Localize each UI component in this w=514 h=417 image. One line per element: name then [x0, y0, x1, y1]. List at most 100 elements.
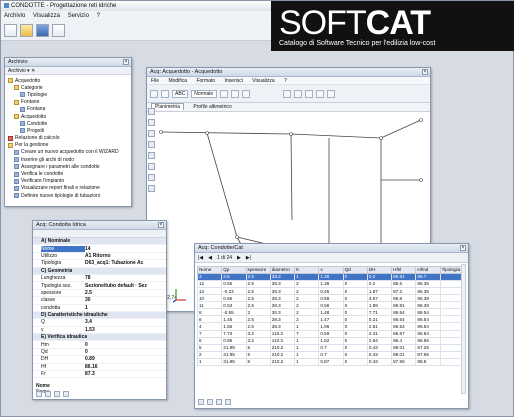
- zoom-window-icon[interactable]: [305, 89, 314, 98]
- table-cell[interactable]: 0: [342, 350, 368, 359]
- table-row[interactable]: 4 1.56 2.5 38.3 1 1.96 0 2.81 86.54 86.54: [196, 322, 466, 331]
- table-cell[interactable]: 1.38: [318, 272, 344, 281]
- tree-item[interactable]: Verificare l'impianto: [8, 178, 128, 185]
- table-cell[interactable]: 2: [294, 301, 320, 310]
- tree-item[interactable]: Inserire gli archi di nodo: [8, 156, 128, 163]
- table-cell[interactable]: 1: [294, 322, 320, 331]
- table-cell[interactable]: 1.87: [366, 286, 393, 296]
- table-cell[interactable]: 2.81: [366, 322, 393, 331]
- property-row[interactable]: Tipologia sez. Sezione/tubo default · Sez: [33, 282, 166, 290]
- table-cell[interactable]: 0.7: [318, 343, 344, 352]
- table-cell[interactable]: 2.5: [245, 286, 271, 296]
- table-cell[interactable]: 1.48: [318, 308, 344, 317]
- edit-icon[interactable]: [63, 391, 69, 397]
- table-cell[interactable]: 0.43: [366, 357, 393, 367]
- list-icon[interactable]: [54, 391, 60, 397]
- table-cell[interactable]: 0.55: [221, 294, 247, 303]
- table-row[interactable]: 6 0.85 3.2 110.3 1 1.62 0 2.64 86.4 86.86: [196, 336, 466, 345]
- table-cell[interactable]: 1.36: [318, 279, 344, 288]
- table-row[interactable]: 8 -0.55 2 30.3 2 1.48 0 7.71 86.54 86.54: [196, 308, 466, 317]
- property-value[interactable]: 1: [85, 305, 166, 311]
- apply-icon[interactable]: [36, 391, 42, 397]
- table-cell[interactable]: 1: [294, 350, 320, 359]
- table-cell[interactable]: 7.71: [366, 308, 393, 317]
- table-cell[interactable]: 0.45: [318, 286, 344, 296]
- table-cell[interactable]: 1.56: [221, 322, 247, 331]
- table-cell[interactable]: 86.7: [415, 272, 441, 281]
- tree-item[interactable]: Acquedotto: [8, 113, 128, 120]
- layer-combo[interactable]: Normale: [191, 89, 218, 98]
- close-icon[interactable]: ×: [158, 222, 164, 228]
- eraser-tool-icon[interactable]: [148, 185, 155, 192]
- property-value[interactable]: 30: [85, 297, 166, 303]
- pencil-tool-icon[interactable]: [148, 174, 155, 181]
- redo-icon[interactable]: [231, 89, 240, 98]
- property-value[interactable]: A1 Ritorno: [85, 253, 166, 259]
- table-scrollbar[interactable]: [461, 264, 466, 394]
- table-cell[interactable]: 87.56: [391, 357, 417, 367]
- property-value[interactable]: 0.89: [85, 356, 166, 362]
- table-cell[interactable]: 0.85: [221, 336, 247, 345]
- table-cell[interactable]: 85.6: [391, 279, 417, 288]
- search-icon[interactable]: [45, 391, 51, 397]
- tree-item[interactable]: Fontana: [8, 106, 128, 113]
- table-cell[interactable]: 86.86: [415, 336, 441, 345]
- table-cell[interactable]: 86.81: [391, 272, 417, 281]
- select-icon[interactable]: [150, 89, 158, 98]
- table-row[interactable]: 12 0.55 2.5 38.3 2 1.36 0 0.2 85.6 86.35: [196, 279, 466, 288]
- node-tool-icon[interactable]: [148, 119, 155, 126]
- table-cell[interactable]: 5: [245, 343, 271, 352]
- tree-item[interactable]: Creare un nuovo acquedotto con il WIZARD: [8, 149, 128, 156]
- table-cell[interactable]: 2.5: [245, 272, 271, 281]
- open-folder-icon[interactable]: [20, 24, 33, 37]
- tree-item[interactable]: Assegnare i parametri alle condotte: [8, 163, 128, 170]
- table-cell[interactable]: 31.95: [221, 357, 247, 367]
- table-cell[interactable]: 1: [294, 357, 320, 367]
- property-value[interactable]: 1.53: [85, 327, 166, 333]
- table-cell[interactable]: 2.5: [245, 279, 271, 288]
- search-icon[interactable]: [207, 399, 213, 405]
- table-cell[interactable]: 86.54: [391, 315, 417, 324]
- table-cell[interactable]: 1.89: [366, 301, 393, 310]
- table-cell[interactable]: 4: [196, 322, 223, 331]
- menu-file[interactable]: File: [151, 78, 159, 84]
- column-header[interactable]: K: [294, 266, 320, 274]
- column-header[interactable]: DH: [366, 266, 393, 274]
- table-cell[interactable]: -0.23: [221, 286, 247, 296]
- table-cell[interactable]: 0: [342, 272, 368, 281]
- tree-item[interactable]: Visualizzare report finali e relazione: [8, 185, 128, 192]
- property-value[interactable]: 2.5: [85, 290, 166, 296]
- table-cell[interactable]: 0: [342, 286, 368, 296]
- table-cell[interactable]: 1: [294, 336, 320, 345]
- table-cell[interactable]: 0: [342, 301, 368, 310]
- table-cell[interactable]: 2: [294, 308, 320, 317]
- table-cell[interactable]: 0.7: [318, 350, 344, 359]
- property-value[interactable]: Sezione/tubo default · Sez: [85, 283, 166, 289]
- table-cell[interactable]: 6: [196, 315, 223, 324]
- column-header[interactable]: spessore: [245, 266, 271, 274]
- table-row[interactable]: 2 31.95 5 210.2 1 0.7 0 0.43 88.01 87.56: [196, 350, 466, 359]
- property-value[interactable]: 3.4: [85, 319, 166, 325]
- properties-icon[interactable]: [52, 24, 65, 37]
- table-cell[interactable]: 3.2: [245, 329, 271, 338]
- property-row[interactable]: condotta 1: [33, 305, 166, 312]
- table-cell[interactable]: 1.47: [318, 315, 344, 324]
- table-cell[interactable]: 86.54: [391, 308, 417, 317]
- table-cell[interactable]: 5: [196, 343, 223, 352]
- table-row[interactable]: 3 3.5 2.5 38.3 1 1.38 0 0.2 86.81 86.7: [196, 272, 466, 281]
- table-cell[interactable]: 2: [294, 315, 320, 324]
- table-cell[interactable]: 86.35: [415, 286, 441, 296]
- last-record-button[interactable]: ▶|: [246, 255, 251, 261]
- table-cell[interactable]: 0.58: [318, 294, 344, 303]
- apply-icon[interactable]: [198, 399, 204, 405]
- table-cell[interactable]: 7.73: [221, 329, 247, 338]
- menu-inserisci[interactable]: Inserisci: [224, 78, 242, 84]
- menu-archivio[interactable]: Archivio: [4, 13, 25, 19]
- table-cell[interactable]: 86.35: [415, 279, 441, 288]
- menu-help[interactable]: ?: [284, 78, 287, 84]
- table-row[interactable]: 6 1.45 2.5 38.3 2 1.47 0 0.21 86.54 86.54: [196, 315, 466, 324]
- table-cell[interactable]: 88.01: [391, 343, 417, 352]
- tree-item[interactable]: Relazione di calcolo: [8, 135, 128, 142]
- table-cell[interactable]: 0.2: [366, 279, 393, 288]
- table-cell[interactable]: 1: [196, 357, 223, 367]
